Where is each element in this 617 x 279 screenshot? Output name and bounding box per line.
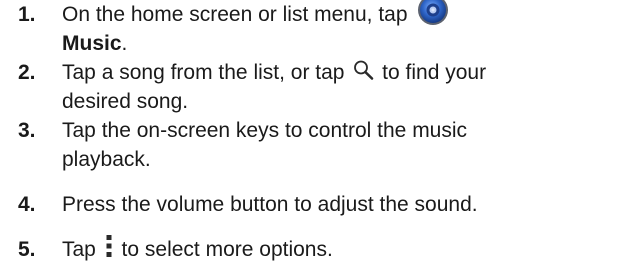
step-text: Tap bbox=[62, 238, 96, 261]
step-text-after: to select more options. bbox=[121, 238, 333, 261]
step-body: Tap a song from the list, or tap to find… bbox=[62, 58, 608, 116]
step-5: 5. Tap to select more options. bbox=[18, 235, 608, 264]
menu-dots-icon bbox=[106, 235, 112, 258]
step-text-line2: desired song. bbox=[62, 90, 189, 113]
step-number: 5. bbox=[18, 238, 36, 261]
step-1: 1. On the home screen or list menu, tap bbox=[18, 0, 608, 58]
step-body: Press the volume button to adjust the so… bbox=[62, 190, 608, 219]
step-text: Tap the on-screen keys to control the mu… bbox=[62, 119, 468, 142]
music-app-icon bbox=[418, 0, 449, 26]
step-number: 4. bbox=[18, 193, 36, 216]
step-4: 4. Press the volume button to adjust the… bbox=[18, 190, 608, 219]
step-text: On the home screen or list menu, tap bbox=[62, 3, 408, 26]
music-label: Music bbox=[62, 32, 122, 55]
step-number: 2. bbox=[18, 61, 36, 84]
step-text-after: to find your bbox=[382, 61, 487, 84]
step-text: Tap a song from the list, or tap bbox=[62, 61, 345, 84]
step-text: Press the volume button to adjust the so… bbox=[62, 193, 478, 216]
search-icon bbox=[354, 61, 374, 81]
step-number: 1. bbox=[18, 3, 36, 26]
step-2: 2. Tap a song from the list, or tap to f… bbox=[18, 58, 608, 116]
step-body: Tap the on-screen keys to control the mu… bbox=[62, 116, 608, 174]
step-number: 3. bbox=[18, 119, 36, 142]
step-text-tail: . bbox=[121, 32, 128, 55]
step-text-line2: playback. bbox=[62, 148, 151, 171]
step-body: Tap to select more options. bbox=[62, 235, 608, 264]
step-body: On the home screen or list menu, tap Mus… bbox=[62, 0, 608, 58]
step-3: 3. Tap the on-screen keys to control the… bbox=[18, 116, 608, 174]
